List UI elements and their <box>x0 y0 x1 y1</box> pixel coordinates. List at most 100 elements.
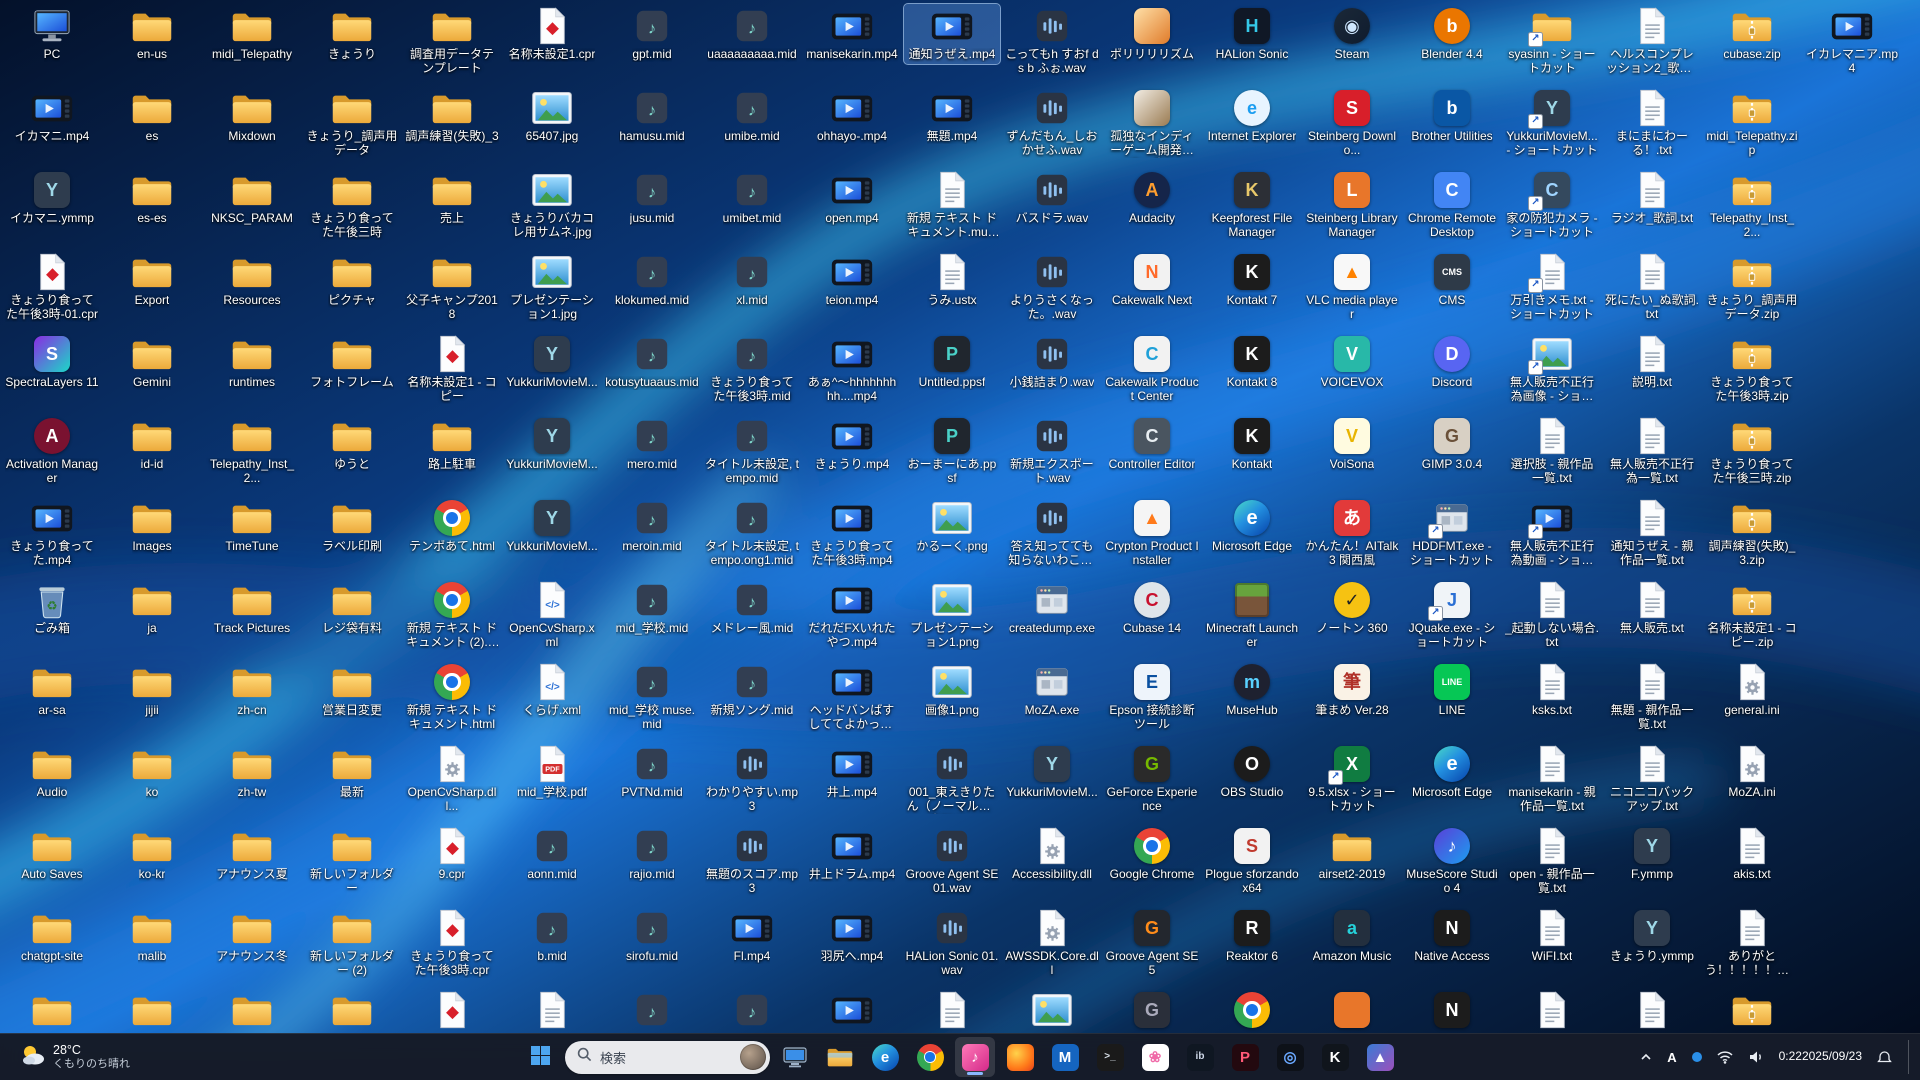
desktop-icon[interactable]: TimeTune <box>204 496 300 556</box>
desktop-icon[interactable]: en-us <box>104 4 200 64</box>
desktop-icon[interactable]: きょうり食ってた.mp4 <box>4 496 100 570</box>
desktop-icon[interactable]: e Internet Explorer <box>1204 86 1300 146</box>
desktop-icon[interactable]: Track Pictures <box>204 578 300 638</box>
desktop-icon[interactable]: Export <box>104 250 200 310</box>
desktop-icon[interactable]: Groove Agent SE 01.wav <box>904 824 1000 898</box>
desktop-icon[interactable]: 井上.mp4 <box>804 742 900 802</box>
desktop-icon[interactable]: ◉ Steam <box>1304 4 1400 64</box>
taskbar-app-mail-app[interactable]: M <box>1045 1037 1085 1077</box>
taskbar-app-ring-app[interactable]: ◎ <box>1270 1037 1310 1077</box>
desktop-icon[interactable]: ↗ syasinn - ショートカット <box>1504 4 1600 78</box>
desktop-icon[interactable]: ohhayo-.mp4 <box>804 86 900 146</box>
desktop-icon[interactable]: ♪ mid_学校.mid <box>604 578 700 638</box>
desktop-icon[interactable]: きょうりバカコレ用サムネ.jpg <box>504 168 600 242</box>
desktop-icon[interactable]: 通知うぜえ.mp4 <box>903 3 1001 65</box>
desktop-icon[interactable]: K Keepforest File Manager <box>1204 168 1300 242</box>
desktop-icon[interactable]: S SpectraLayers 11 <box>4 332 100 392</box>
desktop-icon[interactable]: Y YukkuriMovieM... <box>504 496 600 556</box>
desktop-icon[interactable]: m MuseHub <box>1204 660 1300 720</box>
desktop-icon[interactable]: WiFI.txt <box>1504 906 1600 966</box>
desktop-icon[interactable]: chatgpt-site <box>4 906 100 966</box>
desktop-icon[interactable]: ニコニコバックアップ.txt <box>1604 742 1700 816</box>
desktop-icon[interactable]: Resources <box>204 250 300 310</box>
desktop-icon[interactable]: きょうり食ってた午後3時.zip <box>1704 332 1800 406</box>
desktop-icon[interactable]: 筆筆まめ Ver.28 <box>1304 660 1400 720</box>
desktop-icon[interactable]: N <box>1404 988 1500 1034</box>
desktop-icon[interactable]: ラジオ_歌詞.txt <box>1604 168 1700 228</box>
desktop-icon[interactable]: C Cubase 14 <box>1104 578 1200 638</box>
desktop-icon[interactable]: createdump.exe <box>1004 578 1100 638</box>
desktop-icon[interactable]: ♪ umibet.mid <box>704 168 800 228</box>
taskbar-app-ib-app[interactable]: ib <box>1180 1037 1220 1077</box>
desktop-icon[interactable]: 新規 テキスト ドキュメント (2).html <box>404 578 500 652</box>
desktop-icon[interactable]: プレゼンテーション1.jpg <box>504 250 600 324</box>
wifi-icon[interactable] <box>1715 1048 1735 1066</box>
desktop-icon[interactable]: 無題.mp4 <box>904 86 1000 146</box>
desktop-icon[interactable]: ♪ kotusytuaaus.mid <box>604 332 700 392</box>
desktop-icon[interactable]: ラベル印刷 <box>304 496 400 556</box>
desktop-icon[interactable] <box>1204 988 1300 1034</box>
desktop-icon[interactable]: akis.txt <box>1704 824 1800 884</box>
desktop-icon[interactable]: 調声練習(失敗)_3 <box>404 86 500 146</box>
desktop-icon[interactable]: C Controller Editor <box>1104 414 1200 474</box>
desktop-icon[interactable]: Telepathy_Inst_2... <box>1704 168 1800 242</box>
desktop-icon[interactable] <box>204 988 300 1034</box>
desktop-icon[interactable]: ♻ ごみ箱 <box>4 578 100 638</box>
desktop-icon[interactable]: Y F.ymmp <box>1604 824 1700 884</box>
desktop-icon[interactable]: Minecraft Launcher <box>1204 578 1300 652</box>
taskbar-app-microsoft-edge[interactable]: e <box>865 1037 905 1077</box>
desktop-icon[interactable]: ♪ sirofu.mid <box>604 906 700 966</box>
desktop-icon[interactable]: 孤独なインディーゲーム開発者の一生... <box>1104 86 1200 160</box>
search-box[interactable]: 検索 <box>565 1040 770 1074</box>
desktop-icon[interactable]: きょうり_調声用データ.zip <box>1704 250 1800 324</box>
desktop-icon[interactable]: open - 親作品一覧.txt <box>1504 824 1600 898</box>
desktop-icon[interactable] <box>1704 988 1800 1034</box>
desktop-icon[interactable]: 羽尻へ.mp4 <box>804 906 900 966</box>
desktop-icon[interactable]: きょうり食ってた午後3時.cpr <box>404 906 500 980</box>
desktop-icon[interactable]: 調査用データテンプレート <box>404 4 500 78</box>
desktop-icon[interactable]: ♪ aonn.mid <box>504 824 600 884</box>
start-button[interactable] <box>520 1037 560 1077</box>
desktop-icon[interactable]: 売上 <box>404 168 500 228</box>
desktop-icon[interactable]: ♪ mid_学校 muse.mid <box>604 660 700 734</box>
taskbar-app-k-app[interactable]: K <box>1315 1037 1355 1077</box>
desktop-icon[interactable]: PDF mid_学校.pdf <box>504 742 600 802</box>
desktop-icon[interactable]: ▲ Crypton Product Installer <box>1104 496 1200 570</box>
desktop-icon[interactable]: 新規 テキスト ドキュメント.musicxml <box>904 168 1000 242</box>
desktop-icon[interactable]: 65407.jpg <box>504 86 600 146</box>
desktop-icon[interactable]: S Plogue sforzando x64 <box>1204 824 1300 898</box>
volume-icon[interactable] <box>1746 1048 1766 1066</box>
desktop-icon[interactable]: 名称未設定1 - コピー <box>404 332 500 406</box>
search-daily-image[interactable] <box>740 1044 766 1070</box>
desktop-icon[interactable] <box>1004 988 1100 1034</box>
show-desktop-button[interactable] <box>1908 1040 1914 1074</box>
desktop-icon[interactable]: ▲ VLC media player <box>1304 250 1400 324</box>
desktop-icon[interactable]: きょうり食ってた午後三時.zip <box>1704 414 1800 488</box>
desktop-icon[interactable]: zh-tw <box>204 742 300 802</box>
hidden-icons-chevron[interactable] <box>1638 1049 1654 1065</box>
desktop-icon[interactable]: Y YukkuriMovieM... <box>504 414 600 474</box>
taskbar-app-flower-media-app[interactable]: ❀ <box>1135 1037 1175 1077</box>
desktop-icon[interactable]: ar-sa <box>4 660 100 720</box>
desktop-icon[interactable]: ↗無人販売不正行為動画 - ショートカット <box>1504 496 1600 570</box>
desktop-icon[interactable]: 小銭詰まり.wav <box>1004 332 1100 392</box>
desktop-icon[interactable]: Y ↗ YukkuriMovieM... - ショートカット <box>1504 86 1600 160</box>
desktop-icon[interactable]: きょうり_調声用データ <box>304 86 400 160</box>
desktop-icon[interactable]: id-id <box>104 414 200 474</box>
desktop-icon[interactable]: MoZA.ini <box>1704 742 1800 802</box>
desktop-icon[interactable]: 新しいフォルダー <box>304 824 400 898</box>
weather-widget[interactable]: 28°C くもりのち晴れ <box>12 1039 138 1076</box>
desktop-icon[interactable]: イカマニ.mp4 <box>4 86 100 146</box>
desktop-icon[interactable]: CMS CMS <box>1404 250 1500 310</box>
desktop-icon[interactable]: ♪ meroin.mid <box>604 496 700 556</box>
desktop-icon[interactable] <box>1604 988 1700 1034</box>
desktop-icon[interactable]: ♪ hamusu.mid <box>604 86 700 146</box>
desktop-icon[interactable]: バスドラ.wav <box>1004 168 1100 228</box>
desktop-icon[interactable]: C ↗ 家の防犯カメラ - ショートカット <box>1504 168 1600 242</box>
desktop-icon[interactable]: K Kontakt 8 <box>1204 332 1300 392</box>
desktop-icon[interactable]: 死にたい_ぬ歌詞.txt <box>1604 250 1700 324</box>
desktop-icon[interactable]: ✓ ノートン 360 <box>1304 578 1400 638</box>
desktop-icon[interactable]: malib <box>104 906 200 966</box>
desktop-icon[interactable]: midi_Telepathy.zip <box>1704 86 1800 160</box>
desktop-icon[interactable]: 答え知ってても知らないわこれ.wav <box>1004 496 1100 570</box>
